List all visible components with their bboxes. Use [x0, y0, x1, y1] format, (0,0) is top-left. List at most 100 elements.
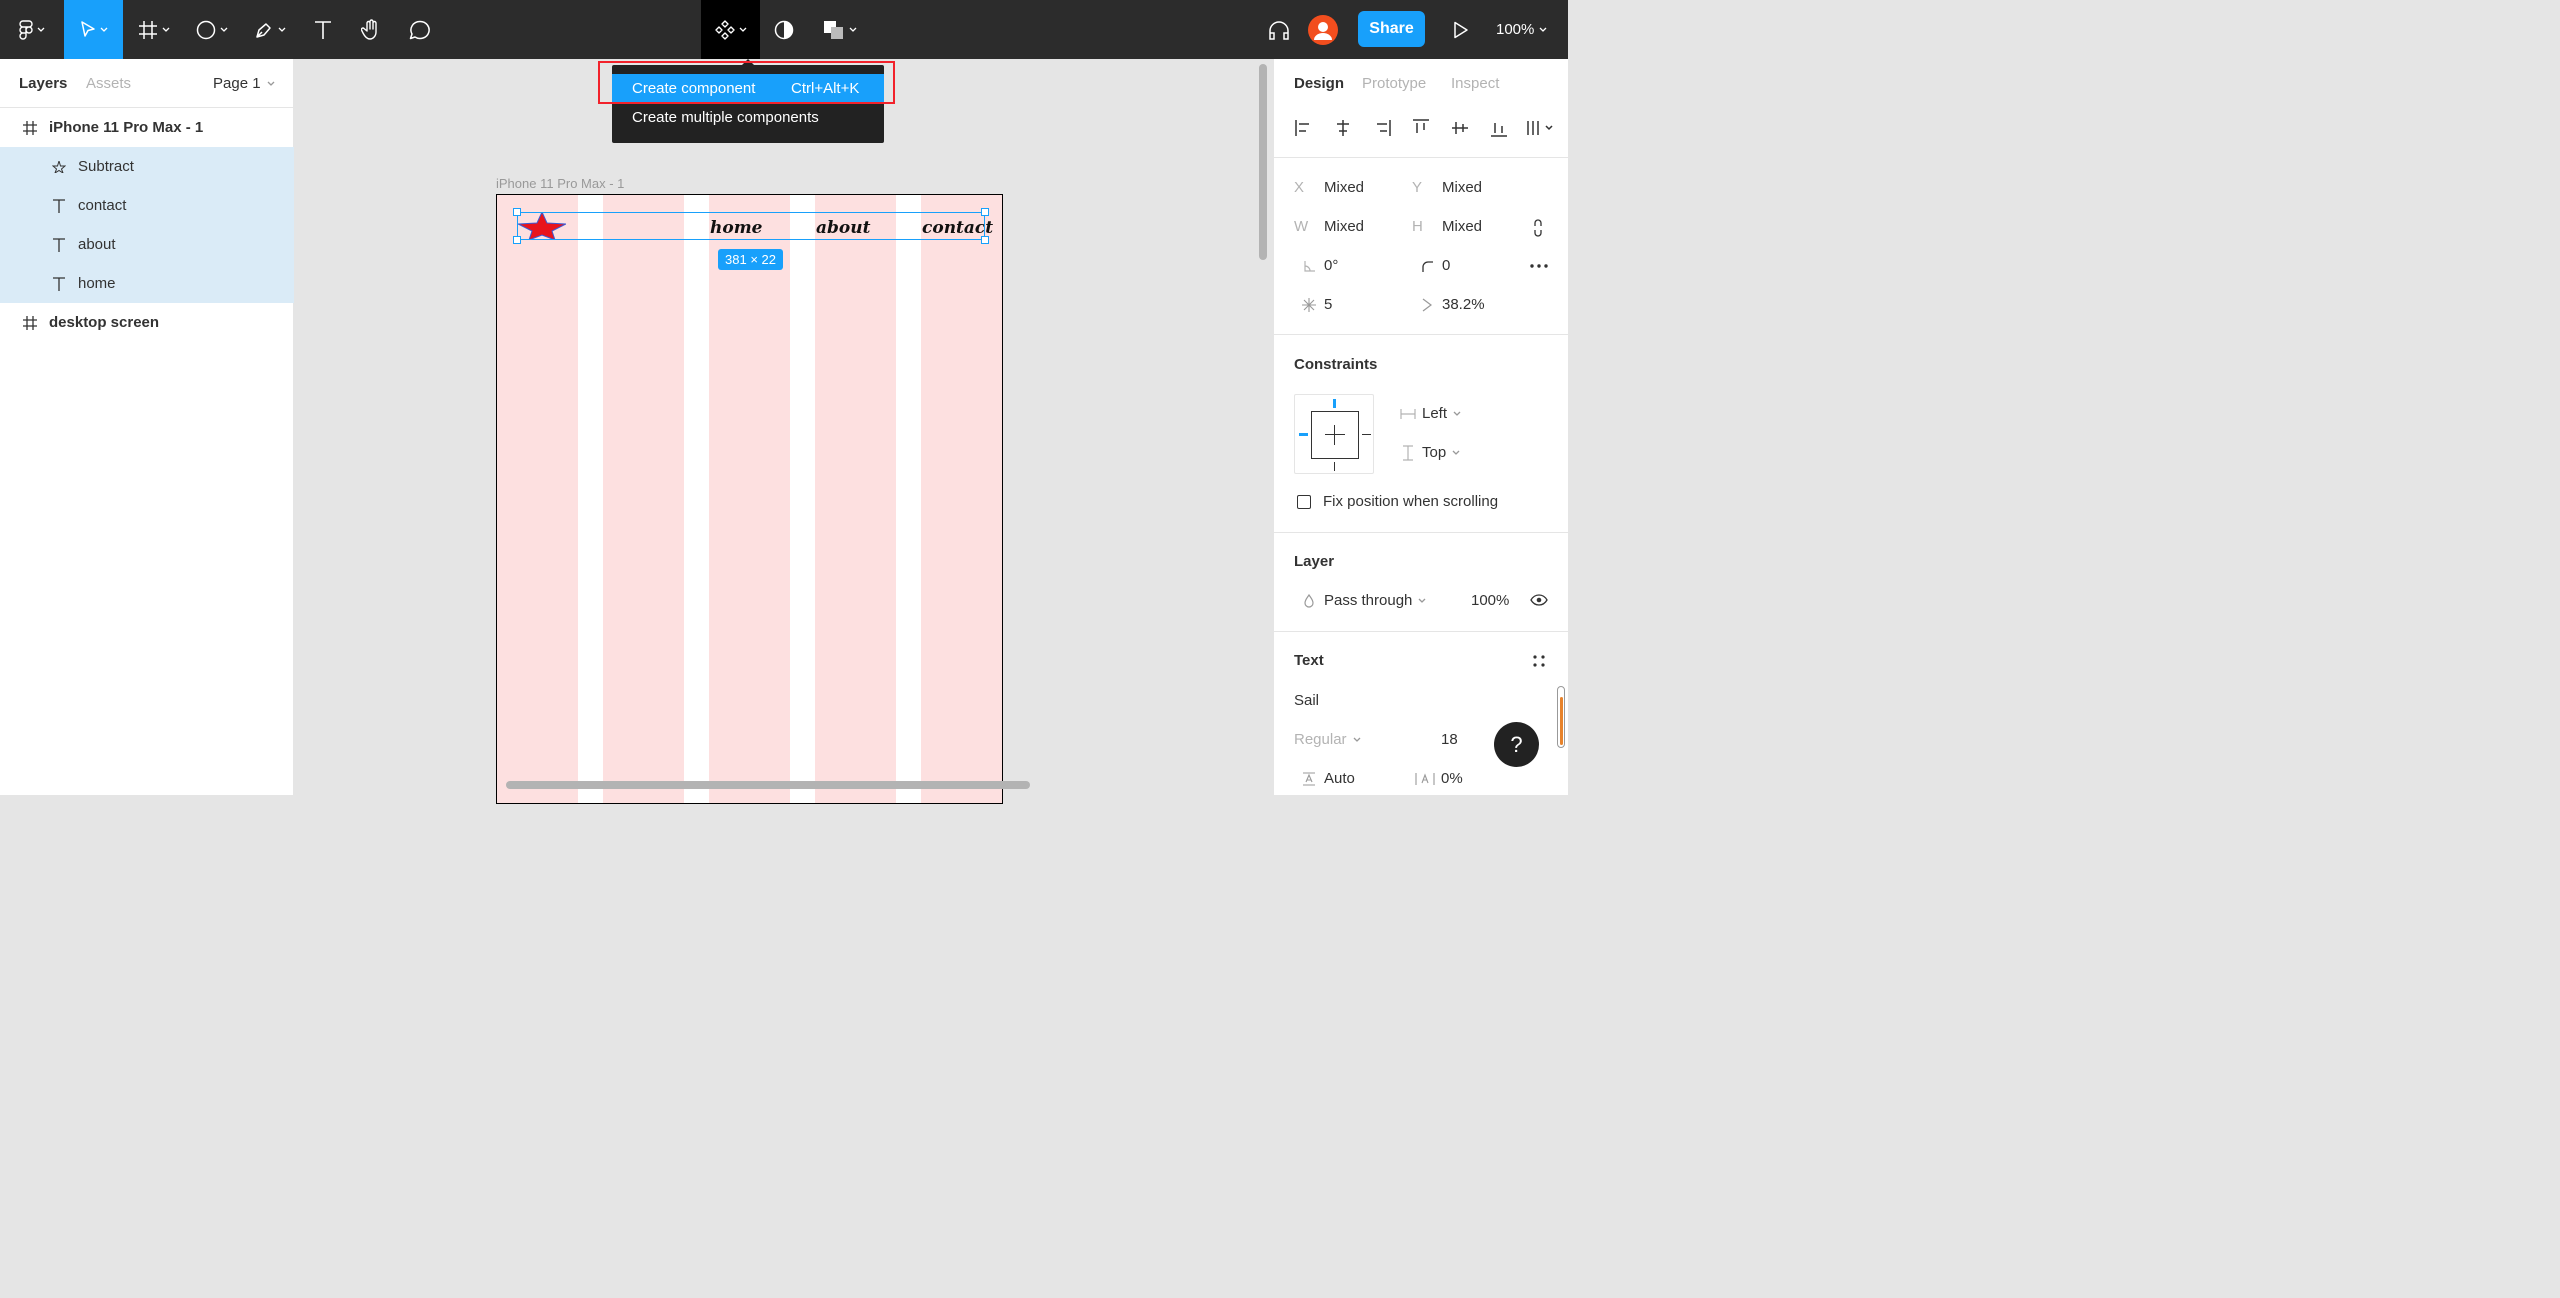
align-left-icon[interactable] [1294, 118, 1314, 138]
iphone-frame[interactable]: home about contact [496, 194, 1003, 804]
resize-handle[interactable] [513, 236, 521, 244]
vertical-scrollbar[interactable] [1259, 64, 1267, 260]
star-ratio-value: 38.2% [1442, 296, 1485, 313]
component-icon [714, 19, 735, 40]
constraint-right-indicator[interactable] [1362, 434, 1371, 435]
layer-row[interactable]: home [0, 264, 294, 303]
grid-column [921, 195, 1002, 803]
tab-assets[interactable]: Assets [86, 75, 131, 92]
horizontal-constraint-select[interactable]: Left [1394, 405, 1461, 422]
font-size-field[interactable]: 18 [1441, 731, 1458, 748]
y-field[interactable]: Y Mixed [1412, 179, 1482, 196]
align-center-h-icon[interactable] [1333, 118, 1353, 138]
audio-button[interactable] [1262, 0, 1296, 59]
top-toolbar: Share 100% [0, 0, 1568, 59]
boolean-tool[interactable] [814, 0, 866, 59]
constraints-title: Constraints [1294, 356, 1378, 373]
w-field[interactable]: W Mixed [1294, 218, 1364, 235]
tab-design[interactable]: Design [1294, 75, 1344, 92]
w-label: W [1294, 218, 1309, 235]
selection-box[interactable] [517, 212, 985, 240]
star-ratio-field[interactable]: 38.2% [1412, 296, 1485, 313]
corner-radius-field[interactable]: 0 [1412, 257, 1450, 274]
w-value: Mixed [1324, 218, 1365, 235]
align-bottom-icon[interactable] [1489, 118, 1509, 138]
help-button[interactable]: ? [1494, 722, 1539, 767]
text-tool[interactable] [302, 0, 344, 59]
layer-row[interactable]: contact [0, 186, 294, 225]
layer-name: iPhone 11 Pro Max - 1 [49, 119, 204, 136]
pen-tool[interactable] [244, 0, 296, 59]
chevron-down-icon [1418, 598, 1426, 603]
panel-scrollbar-thumb[interactable] [1560, 697, 1563, 745]
chevron-down-icon [1453, 411, 1461, 416]
resize-handle[interactable] [981, 208, 989, 216]
resize-handle[interactable] [513, 208, 521, 216]
horizontal-scrollbar[interactable] [506, 781, 1030, 789]
fix-position-label: Fix position when scrolling [1323, 493, 1499, 510]
font-family-select[interactable]: Sail [1294, 692, 1319, 709]
chevron-down-icon [267, 81, 275, 86]
chevron-down-icon [37, 27, 45, 32]
rotation-icon [1304, 260, 1315, 272]
present-button[interactable] [1444, 0, 1478, 59]
frame-tool[interactable] [128, 0, 180, 59]
ellipse-icon [196, 20, 216, 39]
text-styles-icon[interactable] [1533, 655, 1545, 667]
star-count-field[interactable]: 5 [1294, 296, 1332, 313]
tab-layers[interactable]: Layers [19, 75, 67, 92]
constraint-widget[interactable] [1294, 394, 1374, 474]
line-height-field[interactable]: Auto [1294, 770, 1355, 787]
star-points-icon [1302, 297, 1316, 312]
horizontal-constraint-value: Left [1422, 405, 1448, 422]
user-avatar[interactable] [1304, 0, 1342, 59]
zoom-menu[interactable]: 100% [1496, 0, 1547, 59]
eye-icon[interactable] [1530, 594, 1548, 606]
shape-tool[interactable] [186, 0, 238, 59]
grid-column [497, 195, 578, 803]
more-options-icon[interactable] [1530, 264, 1548, 268]
mask-tool[interactable] [764, 0, 804, 59]
text-icon [44, 198, 74, 213]
corner-radius-icon [1422, 260, 1433, 272]
distribute-icon[interactable] [1526, 118, 1556, 138]
chevron-down-icon [1452, 450, 1460, 455]
layer-row[interactable]: desktop screen [0, 303, 294, 342]
properties-panel: Design Prototype Inspect X Mixed Y Mixed W… [1273, 59, 1569, 795]
tab-prototype[interactable]: Prototype [1362, 75, 1426, 92]
resize-handle[interactable] [981, 236, 989, 244]
align-top-icon[interactable] [1411, 118, 1431, 138]
constraint-bottom-indicator[interactable] [1334, 462, 1335, 471]
layer-row[interactable]: Subtract [0, 147, 294, 186]
font-style-select[interactable]: Regular [1294, 731, 1361, 748]
move-tool[interactable] [64, 0, 123, 59]
panel-scrollbar[interactable] [1557, 686, 1565, 748]
menu-item-create-multiple[interactable]: Create multiple components [612, 103, 884, 132]
constraint-left-indicator[interactable] [1299, 433, 1308, 436]
layer-row[interactable]: iPhone 11 Pro Max - 1 [0, 108, 294, 147]
page-selector[interactable]: Page 1 [213, 75, 275, 92]
tab-inspect[interactable]: Inspect [1451, 75, 1499, 92]
opacity-field[interactable]: 100% [1471, 592, 1509, 609]
comment-tool[interactable] [398, 0, 442, 59]
component-tool[interactable] [701, 0, 760, 59]
blend-mode-select[interactable]: Pass through [1294, 592, 1426, 609]
chevron-down-icon [739, 27, 746, 32]
main-menu-button[interactable] [0, 0, 64, 59]
constraint-top-indicator[interactable] [1333, 399, 1336, 408]
vertical-constraint-select[interactable]: Top [1394, 444, 1460, 461]
fix-position-checkbox[interactable] [1297, 495, 1311, 509]
text-title: Text [1294, 652, 1324, 669]
h-field[interactable]: H Mixed [1412, 218, 1482, 235]
frame-label[interactable]: iPhone 11 Pro Max - 1 [496, 176, 624, 191]
align-right-icon[interactable] [1372, 118, 1392, 138]
x-field[interactable]: X Mixed [1294, 179, 1364, 196]
hand-tool[interactable] [350, 0, 392, 59]
share-button[interactable]: Share [1358, 11, 1425, 47]
align-center-v-icon[interactable] [1450, 118, 1470, 138]
constraint-inner-box [1311, 411, 1359, 459]
layer-row[interactable]: about [0, 225, 294, 264]
rotation-field[interactable]: 0° [1294, 257, 1338, 274]
constrain-proportions-icon[interactable] [1532, 218, 1544, 238]
letter-spacing-field[interactable]: 0% [1409, 770, 1463, 787]
